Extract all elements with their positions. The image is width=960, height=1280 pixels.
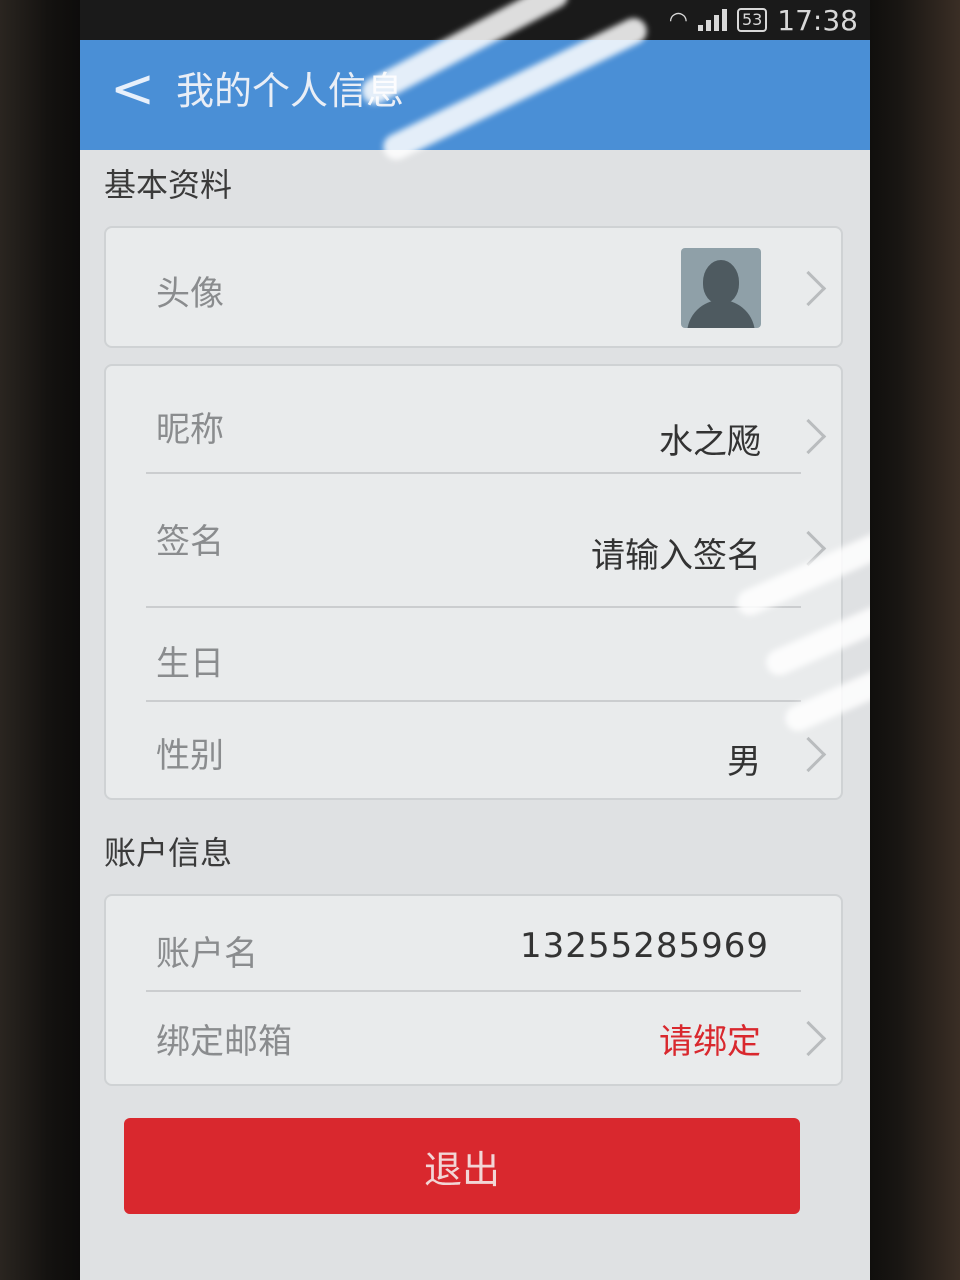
chevron-right-icon	[790, 418, 827, 455]
account-name-label: 账户名	[156, 934, 258, 974]
bind-email-value: 请绑定	[659, 1022, 761, 1062]
gender-row[interactable]: 性别 男	[106, 702, 841, 796]
phone-screen: ◠ 53 17:38 < 我的个人信息 基本资料 头像 昵称 水之飏 签名 请输…	[80, 0, 870, 1280]
avatar-card[interactable]: 头像	[104, 226, 843, 348]
account-info-card: 账户名 13255285969 绑定邮箱 请绑定	[104, 894, 843, 1086]
avatar-label: 头像	[156, 274, 224, 314]
app-bar: < 我的个人信息	[80, 40, 870, 150]
section-title-account: 账户信息	[104, 834, 233, 872]
account-name-row: 账户名 13255285969	[106, 896, 841, 990]
status-bar: ◠ 53 17:38	[80, 0, 870, 40]
logout-button[interactable]: 退出	[124, 1118, 800, 1214]
nickname-row[interactable]: 昵称 水之飏	[106, 366, 841, 474]
page-title: 我的个人信息	[176, 69, 405, 113]
gender-value: 男	[727, 742, 761, 782]
avatar[interactable]	[681, 248, 761, 328]
signal-icon	[697, 9, 727, 31]
wifi-icon: ◠	[668, 7, 688, 33]
basic-info-card: 昵称 水之飏 签名 请输入签名 生日 性别 男	[104, 364, 843, 800]
chevron-right-icon	[790, 270, 827, 307]
birthday-label: 生日	[156, 644, 224, 684]
status-time: 17:38	[777, 3, 858, 37]
section-title-basic: 基本资料	[104, 166, 233, 204]
chevron-right-icon	[790, 530, 827, 567]
bind-email-label: 绑定邮箱	[156, 1022, 292, 1062]
signature-row[interactable]: 签名 请输入签名	[106, 474, 841, 602]
birthday-row[interactable]: 生日	[106, 606, 841, 702]
phone-bezel-right	[860, 0, 960, 1280]
nickname-label: 昵称	[156, 410, 224, 450]
nickname-value: 水之飏	[659, 422, 761, 462]
back-arrow-icon[interactable]: <	[110, 54, 155, 124]
chevron-right-icon	[790, 736, 827, 773]
phone-bezel-left	[0, 0, 80, 1280]
signature-value: 请输入签名	[591, 536, 761, 576]
gender-label: 性别	[156, 736, 224, 776]
bind-email-row[interactable]: 绑定邮箱 请绑定	[106, 992, 841, 1082]
account-name-value: 13255285969	[520, 926, 769, 966]
chevron-right-icon	[790, 1020, 827, 1057]
battery-icon: 53	[736, 8, 768, 32]
signature-label: 签名	[156, 522, 224, 562]
